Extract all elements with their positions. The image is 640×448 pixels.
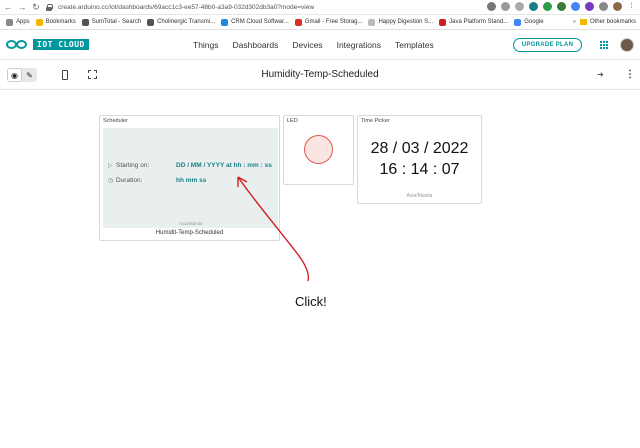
annotation-arrow: [237, 176, 310, 282]
annotation-text: Click!: [295, 294, 327, 309]
